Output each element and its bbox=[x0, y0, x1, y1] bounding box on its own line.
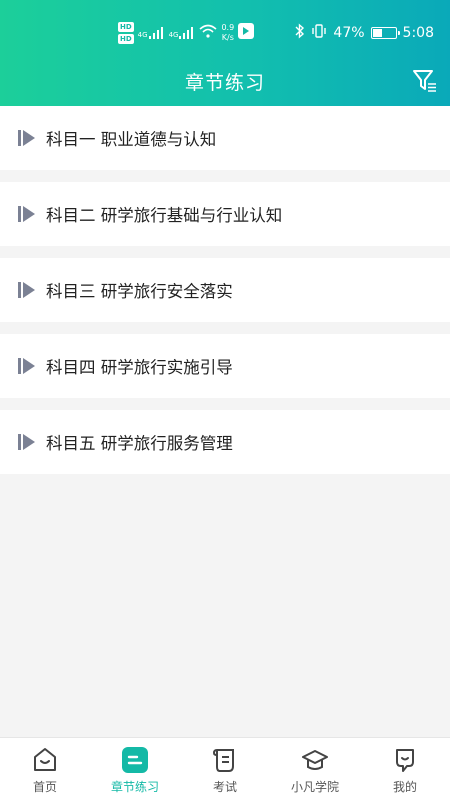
tab-home[interactable]: 首页 bbox=[0, 738, 90, 800]
filter-button[interactable] bbox=[412, 68, 438, 94]
profile-icon bbox=[396, 749, 414, 772]
play-arrow-icon bbox=[18, 282, 35, 298]
play-arrow-icon bbox=[18, 358, 35, 374]
play-arrow-icon bbox=[18, 434, 35, 450]
network-speed: 0.9 K/s bbox=[221, 23, 235, 42]
battery-icon bbox=[370, 27, 400, 39]
chapter-label: 科目三 研学旅行安全落实 bbox=[46, 282, 233, 301]
chapter-label: 科目五 研学旅行服务管理 bbox=[46, 434, 233, 453]
chapter-label: 科目二 研学旅行基础与行业认知 bbox=[46, 206, 283, 225]
chapter-label: 科目一 职业道德与认知 bbox=[46, 130, 217, 149]
graduation-cap-icon bbox=[302, 750, 328, 770]
tab-academy[interactable]: 小凡学院 bbox=[270, 738, 360, 800]
chapter-item[interactable]: 科目一 职业道德与认知 bbox=[0, 106, 450, 170]
vibrate-icon bbox=[311, 23, 327, 43]
hd-badge: HD bbox=[118, 22, 134, 32]
tab-label: 我的 bbox=[392, 780, 417, 794]
tab-label: 首页 bbox=[32, 780, 57, 794]
status-bar: HD HD 4G 4G 0.9 K/s 47% 5:08 bbox=[0, 0, 450, 50]
tab-label: 考试 bbox=[212, 780, 237, 794]
app-notification-icon bbox=[238, 23, 255, 43]
chapter-item[interactable]: 科目三 研学旅行安全落实 bbox=[0, 258, 450, 322]
signal-icon: 4G bbox=[138, 27, 165, 39]
bluetooth-icon bbox=[295, 23, 305, 43]
battery-percent: 47% bbox=[333, 25, 365, 41]
play-arrow-icon bbox=[18, 206, 35, 222]
filter-icon bbox=[413, 70, 436, 92]
chapter-item[interactable]: 科目五 研学旅行服务管理 bbox=[0, 410, 450, 474]
page-title: 章节练习 bbox=[184, 72, 265, 94]
exam-scroll-icon bbox=[212, 749, 234, 772]
tab-label: 小凡学院 bbox=[290, 780, 339, 794]
clock: 5:08 bbox=[402, 25, 434, 41]
bottom-tab-bar: 首页 章节练习 考试 小凡学院 我的 bbox=[0, 737, 450, 800]
tab-label: 章节练习 bbox=[110, 780, 159, 794]
chapter-list: 科目一 职业道德与认知 科目二 研学旅行基础与行业认知 科目三 研学旅行安全落实… bbox=[0, 106, 450, 486]
status-left: HD HD 4G 4G 0.9 K/s bbox=[118, 18, 255, 48]
tab-profile[interactable]: 我的 bbox=[360, 738, 450, 800]
chapter-icon bbox=[122, 747, 148, 773]
signal-icon: 4G bbox=[169, 27, 196, 39]
play-arrow-icon bbox=[18, 130, 35, 146]
home-icon bbox=[34, 748, 56, 771]
wifi-icon bbox=[199, 24, 217, 42]
app-header: HD HD 4G 4G 0.9 K/s 47% 5:08 章节练习 bbox=[0, 0, 450, 106]
title-bar: 章节练习 bbox=[0, 56, 450, 104]
tab-chapter-practice[interactable]: 章节练习 bbox=[90, 738, 180, 800]
chapter-item[interactable]: 科目四 研学旅行实施引导 bbox=[0, 334, 450, 398]
chapter-label: 科目四 研学旅行实施引导 bbox=[46, 358, 233, 377]
tab-exam[interactable]: 考试 bbox=[180, 738, 270, 800]
status-right: 47% 5:08 bbox=[295, 22, 434, 44]
chapter-item[interactable]: 科目二 研学旅行基础与行业认知 bbox=[0, 182, 450, 246]
hd-badge: HD bbox=[118, 34, 134, 44]
